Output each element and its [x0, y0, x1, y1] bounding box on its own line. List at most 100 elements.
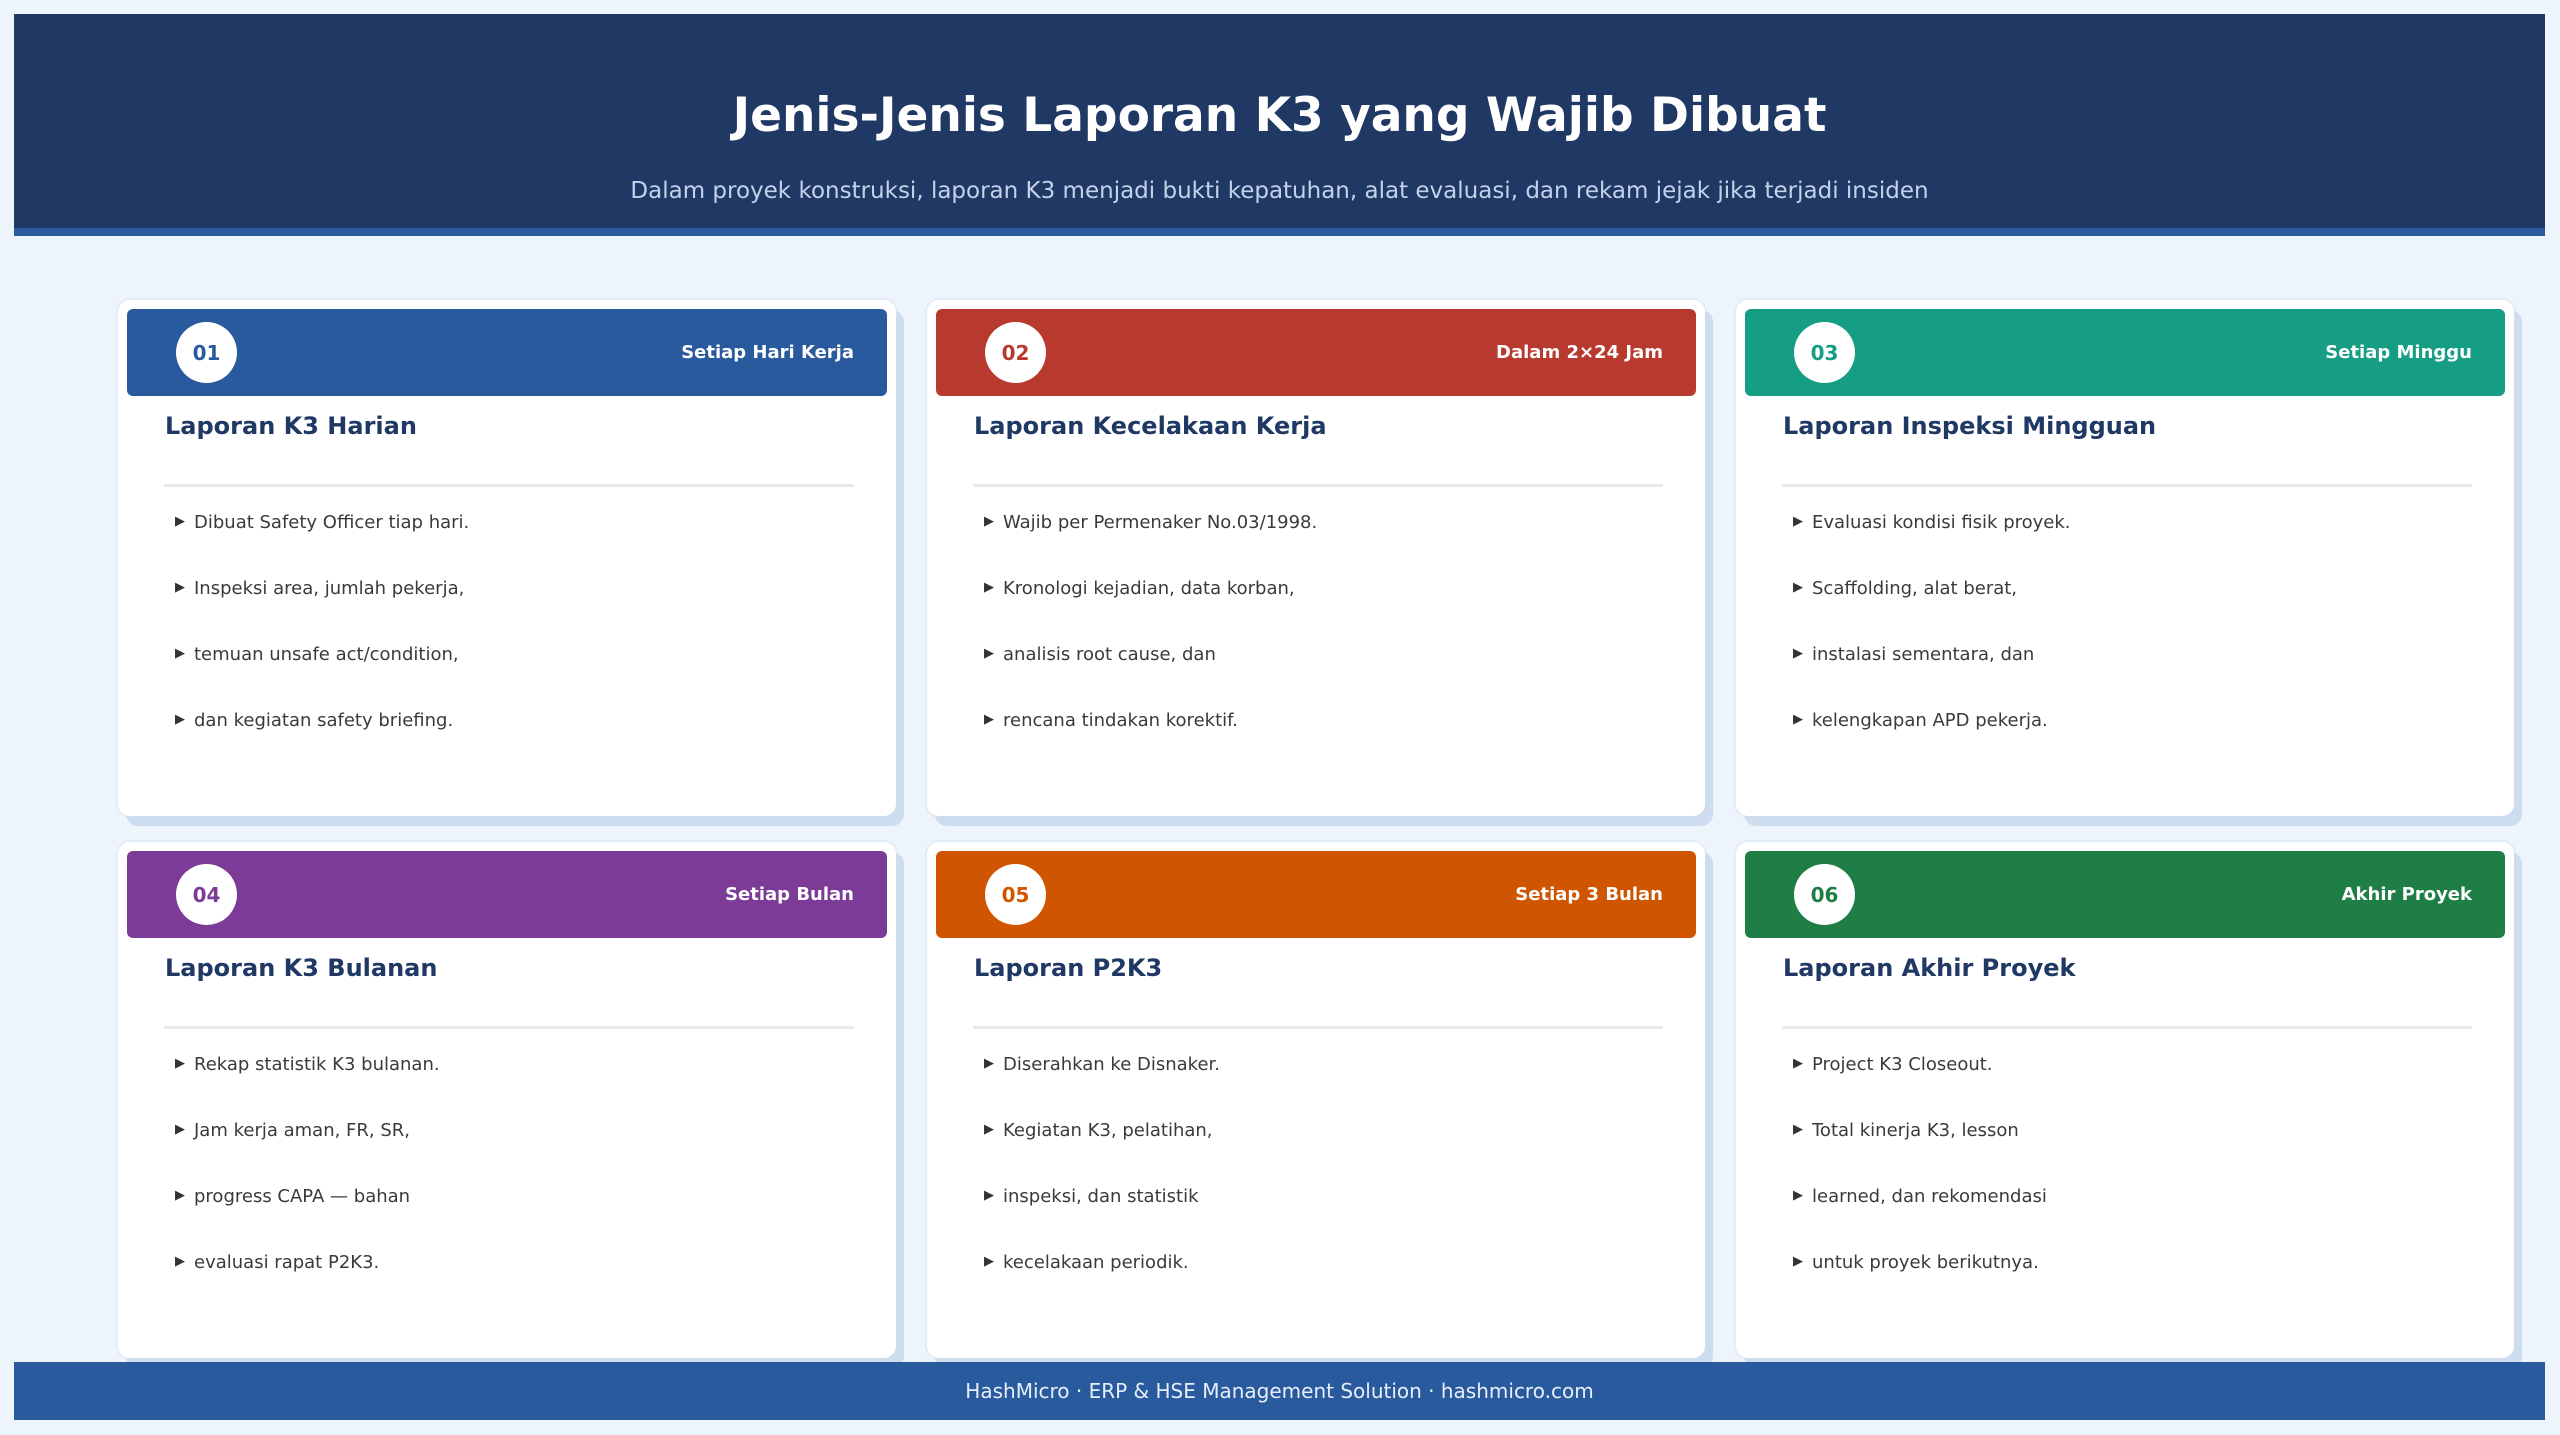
- bullet-arrow-icon: ▶: [984, 712, 994, 727]
- list-item-text: Kegiatan K3, pelatihan,: [1003, 1120, 1213, 1141]
- list-item-text: temuan unsafe act/condition,: [194, 644, 459, 665]
- card-item-list: ▶ Dibuat Safety Officer tiap hari. ▶ Inspek…: [175, 512, 469, 776]
- footer: HashMicro · ERP & HSE Management Solutio…: [14, 1362, 2545, 1420]
- bullet-arrow-icon: ▶: [1793, 514, 1803, 529]
- bullet-arrow-icon: ▶: [984, 1056, 994, 1071]
- card-frequency: Setiap Minggu: [2325, 342, 2472, 363]
- list-item: ▶ dan kegiatan safety briefing.: [175, 710, 469, 776]
- bullet-arrow-icon: ▶: [984, 646, 994, 661]
- list-item-text: Inspeksi area, jumlah pekerja,: [194, 578, 465, 599]
- list-item-text: dan kegiatan safety briefing.: [194, 710, 454, 731]
- card-title: Laporan K3 Bulanan: [165, 954, 438, 982]
- card-header: 06 Akhir Proyek: [1745, 851, 2505, 938]
- bullet-arrow-icon: ▶: [175, 514, 185, 529]
- card-title: Laporan Kecelakaan Kerja: [974, 412, 1327, 440]
- list-item-text: Jam kerja aman, FR, SR,: [194, 1120, 411, 1141]
- list-item: ▶ instalasi sementara, dan: [1793, 644, 2071, 710]
- card-title: Laporan Akhir Proyek: [1783, 954, 2076, 982]
- card-item-list: ▶ Project K3 Closeout. ▶ Total kinerja K3, …: [1793, 1054, 2047, 1318]
- list-item-text: Evaluasi kondisi fisik proyek.: [1812, 512, 2071, 533]
- card-title: Laporan Inspeksi Mingguan: [1783, 412, 2157, 440]
- list-item: ▶ Rekap statistik K3 bulanan.: [175, 1054, 440, 1120]
- card-item-list: ▶ Diserahkan ke Disnaker. ▶ Kegiatan K3, pe…: [984, 1054, 1220, 1318]
- list-item: ▶ Wajib per Permenaker No.03/1998.: [984, 512, 1317, 578]
- card-divider: [1782, 484, 2472, 487]
- list-item: ▶ rencana tindakan korektif.: [984, 710, 1317, 776]
- bullet-arrow-icon: ▶: [175, 1122, 185, 1137]
- card-divider: [973, 484, 1663, 487]
- bullet-arrow-icon: ▶: [984, 1254, 994, 1269]
- bullet-arrow-icon: ▶: [984, 1122, 994, 1137]
- page-title: Jenis-Jenis Laporan K3 yang Wajib Dibuat: [732, 88, 1827, 143]
- bullet-arrow-icon: ▶: [984, 1188, 994, 1203]
- report-card: 04 Setiap Bulan Laporan K3 Bulanan ▶ Rekap s…: [118, 842, 896, 1358]
- card-frequency: Setiap 3 Bulan: [1515, 884, 1663, 905]
- bullet-arrow-icon: ▶: [1793, 1188, 1803, 1203]
- bullet-arrow-icon: ▶: [1793, 712, 1803, 727]
- list-item-text: untuk proyek berikutnya.: [1812, 1252, 2039, 1273]
- card-header: 04 Setiap Bulan: [127, 851, 887, 938]
- card-frequency: Dalam 2×24 Jam: [1496, 342, 1663, 363]
- list-item: ▶ Kegiatan K3, pelatihan,: [984, 1120, 1220, 1186]
- card-header: 05 Setiap 3 Bulan: [936, 851, 1696, 938]
- card-number-badge: 02: [985, 322, 1046, 383]
- bullet-arrow-icon: ▶: [984, 580, 994, 595]
- bullet-arrow-icon: ▶: [1793, 1056, 1803, 1071]
- bullet-arrow-icon: ▶: [984, 514, 994, 529]
- bullet-arrow-icon: ▶: [1793, 580, 1803, 595]
- bullet-arrow-icon: ▶: [1793, 1122, 1803, 1137]
- report-card: 01 Setiap Hari Kerja Laporan K3 Harian ▶ Dib…: [118, 300, 896, 816]
- list-item-text: Wajib per Permenaker No.03/1998.: [1003, 512, 1318, 533]
- bullet-arrow-icon: ▶: [1793, 1254, 1803, 1269]
- card-header: 03 Setiap Minggu: [1745, 309, 2505, 396]
- list-item-text: Diserahkan ke Disnaker.: [1003, 1054, 1221, 1075]
- card-header: 01 Setiap Hari Kerja: [127, 309, 887, 396]
- list-item: ▶ kecelakaan periodik.: [984, 1252, 1220, 1318]
- list-item-text: instalasi sementara, dan: [1812, 644, 2035, 665]
- list-item-text: evaluasi rapat P2K3.: [194, 1252, 380, 1273]
- list-item-text: progress CAPA — bahan: [194, 1186, 411, 1207]
- list-item: ▶ learned, dan rekomendasi: [1793, 1186, 2047, 1252]
- report-card: 06 Akhir Proyek Laporan Akhir Proyek ▶ Proje…: [1736, 842, 2514, 1358]
- list-item-text: Scaffolding, alat berat,: [1812, 578, 2018, 599]
- bullet-arrow-icon: ▶: [175, 712, 185, 727]
- card-frequency: Setiap Bulan: [725, 884, 854, 905]
- report-card: 03 Setiap Minggu Laporan Inspeksi Mingguan…: [1736, 300, 2514, 816]
- card-divider: [164, 1026, 854, 1029]
- card-number-badge: 06: [1794, 864, 1855, 925]
- page-header: Jenis-Jenis Laporan K3 yang Wajib Dibuat…: [14, 14, 2545, 236]
- card-number-badge: 04: [176, 864, 237, 925]
- list-item-text: Dibuat Safety Officer tiap hari.: [194, 512, 470, 533]
- card-title: Laporan K3 Harian: [165, 412, 417, 440]
- list-item-text: analisis root cause, dan: [1003, 644, 1216, 665]
- list-item: ▶ evaluasi rapat P2K3.: [175, 1252, 440, 1318]
- list-item-text: inspeksi, dan statistik: [1003, 1186, 1199, 1207]
- list-item: ▶ Jam kerja aman, FR, SR,: [175, 1120, 440, 1186]
- card-number-badge: 01: [176, 322, 237, 383]
- list-item-text: kelengkapan APD pekerja.: [1812, 710, 2048, 731]
- list-item-text: Rekap statistik K3 bulanan.: [194, 1054, 440, 1075]
- report-card: 05 Setiap 3 Bulan Laporan P2K3 ▶ Diserahkan …: [927, 842, 1705, 1358]
- card-title: Laporan P2K3: [974, 954, 1163, 982]
- report-card: 02 Dalam 2×24 Jam Laporan Kecelakaan Kerja…: [927, 300, 1705, 816]
- list-item-text: learned, dan rekomendasi: [1812, 1186, 2047, 1207]
- card-item-list: ▶ Wajib per Permenaker No.03/1998. ▶ Kronol…: [984, 512, 1317, 776]
- page-subtitle: Dalam proyek konstruksi, laporan K3 menj…: [630, 178, 1929, 204]
- list-item: ▶ kelengkapan APD pekerja.: [1793, 710, 2071, 776]
- list-item: ▶ Diserahkan ke Disnaker.: [984, 1054, 1220, 1120]
- card-item-list: ▶ Evaluasi kondisi fisik proyek. ▶ Scaffold…: [1793, 512, 2071, 776]
- card-divider: [973, 1026, 1663, 1029]
- list-item: ▶ untuk proyek berikutnya.: [1793, 1252, 2047, 1318]
- card-divider: [1782, 1026, 2472, 1029]
- list-item: ▶ Total kinerja K3, lesson: [1793, 1120, 2047, 1186]
- list-item-text: Total kinerja K3, lesson: [1812, 1120, 2019, 1141]
- card-header: 02 Dalam 2×24 Jam: [936, 309, 1696, 396]
- list-item: ▶ progress CAPA — bahan: [175, 1186, 440, 1252]
- list-item: ▶ temuan unsafe act/condition,: [175, 644, 469, 710]
- card-divider: [164, 484, 854, 487]
- card-number-badge: 05: [985, 864, 1046, 925]
- list-item: ▶ Scaffolding, alat berat,: [1793, 578, 2071, 644]
- list-item: ▶ Dibuat Safety Officer tiap hari.: [175, 512, 469, 578]
- bullet-arrow-icon: ▶: [175, 646, 185, 661]
- list-item-text: Project K3 Closeout.: [1812, 1054, 1993, 1075]
